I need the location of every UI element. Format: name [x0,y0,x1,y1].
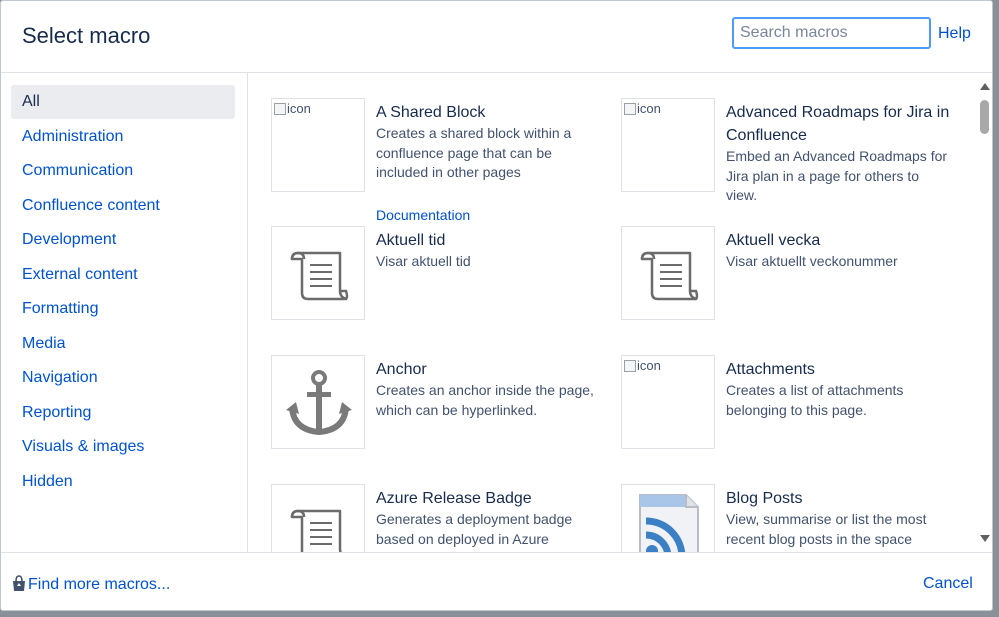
category-development[interactable]: Development [11,223,235,257]
macro-thumbnail [271,355,365,449]
macro-description: Visar aktuell tid [376,253,471,269]
dialog-title: Select macro [22,23,151,48]
dialog-header: Select macro Help [1,1,992,73]
macro-card-aktuell-vecka[interactable]: Aktuell vecka Visar aktuellt veckonummer [621,226,961,344]
macro-name: Advanced Roadmaps for Jira in Confluence [726,104,950,144]
category-all[interactable]: All [11,85,235,119]
documentation-link[interactable]: Documentation [376,207,470,223]
macro-name: A Shared Block [376,104,486,121]
macro-grid-scrollbar[interactable] [975,74,992,552]
macro-name: Azure Release Badge [376,490,532,507]
macro-thumbnail [271,226,365,320]
category-hidden[interactable]: Hidden [11,465,235,499]
broken-image-icon: icon [624,358,661,373]
macro-thumbnail [271,484,365,552]
macro-card-advanced-roadmaps[interactable]: icon Advanced Roadmaps for Jira in Confl… [621,98,961,216]
anchor-icon [286,370,352,436]
help-link[interactable]: Help [938,25,971,43]
macro-description: Generates a deployment badge based on de… [376,511,573,547]
macro-description: Embed an Advanced Roadmaps for Jira plan… [726,148,948,203]
macro-thumbnail: icon [271,98,365,192]
category-administration[interactable]: Administration [11,120,235,154]
select-macro-dialog: Select macro Help All Administration Com… [0,0,993,611]
category-visuals-images[interactable]: Visuals & images [11,430,235,464]
macro-thumbnail: icon [621,98,715,192]
category-navigation[interactable]: Navigation [11,361,235,395]
macro-card-a-shared-block[interactable]: icon A Shared Block Creates a shared blo… [271,98,611,223]
macro-name: Blog Posts [726,490,803,507]
scroll-down-arrow-icon[interactable] [980,535,990,542]
macro-card-azure-release-badge[interactable]: Azure Release Badge Generates a deployme… [271,484,611,552]
category-sidebar: All Administration Communication Conflue… [1,73,248,552]
macro-card-anchor[interactable]: Anchor Creates an anchor inside the page… [271,355,611,473]
scroll-icon [640,251,699,301]
macro-grid: icon A Shared Block Creates a shared blo… [249,74,975,552]
macro-name: Attachments [726,361,815,378]
scrollbar-thumb[interactable] [980,100,989,134]
rss-document-icon [639,494,699,552]
scroll-up-arrow-icon[interactable] [980,83,990,90]
scroll-icon [290,509,342,552]
macro-description: Visar aktuellt veckonummer [726,253,898,269]
macro-description: Creates an anchor inside the page, which… [376,382,594,418]
find-more-macros-label: Find more macros... [28,576,171,593]
category-reporting[interactable]: Reporting [11,396,235,430]
category-communication[interactable]: Communication [11,154,235,188]
cancel-button[interactable]: Cancel [923,575,973,593]
broken-image-icon: icon [624,101,661,116]
search-macros-input[interactable] [732,17,931,49]
broken-image-icon: icon [274,101,311,116]
macro-description: View, summarise or list the most recent … [726,511,927,547]
macro-card-blog-posts[interactable]: Blog Posts View, summarise or list the m… [621,484,961,552]
scroll-icon [290,251,349,301]
macro-name: Aktuell vecka [726,232,821,249]
dialog-footer: Find more macros... Cancel [1,552,992,610]
macro-card-attachments[interactable]: icon Attachments Creates a list of attac… [621,355,961,473]
macro-thumbnail [621,226,715,320]
category-formatting[interactable]: Formatting [11,292,235,326]
category-confluence-content[interactable]: Confluence content [11,189,235,223]
marketplace-bag-icon [13,575,25,591]
macro-name: Anchor [376,361,427,378]
macro-thumbnail [621,484,715,552]
macro-thumbnail: icon [621,355,715,449]
macro-description: Creates a list of attachments belonging … [726,382,904,418]
category-external-content[interactable]: External content [11,258,235,292]
category-media[interactable]: Media [11,327,235,361]
macro-name: Aktuell tid [376,232,446,249]
macro-description: Creates a shared block within a confluen… [376,125,572,180]
macro-card-aktuell-tid[interactable]: Aktuell tid Visar aktuell tid [271,226,611,344]
find-more-macros-link[interactable]: Find more macros... [12,575,170,594]
